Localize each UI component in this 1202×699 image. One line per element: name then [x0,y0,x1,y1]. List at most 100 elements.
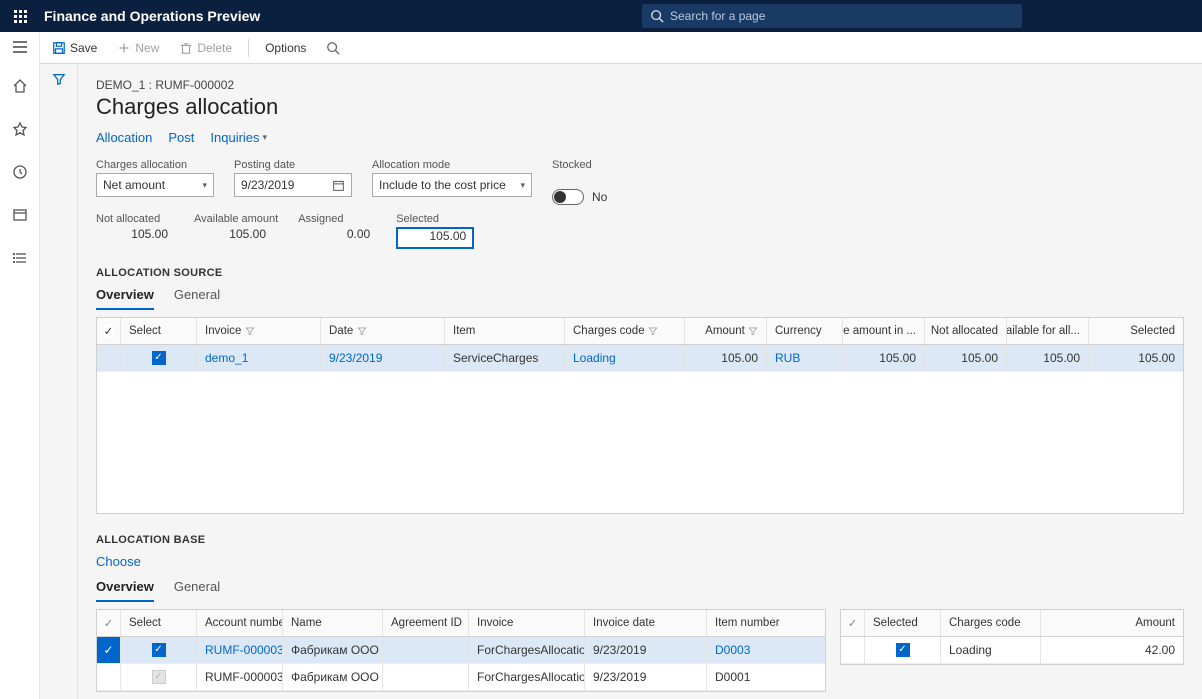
new-label: New [135,41,159,55]
col-amount-in[interactable]: The amount in ... [843,318,925,344]
cell-invoice: ForChargesAllocation [469,664,585,690]
page-title: Charges allocation [96,94,1184,120]
allocation-source-heading: ALLOCATION SOURCE [96,267,1184,279]
cell-currency[interactable]: RUB [767,345,843,371]
plus-icon [117,41,131,55]
posting-date-value: 9/23/2019 [241,178,294,192]
stocked-label: Stocked [552,159,607,171]
source-tab-overview[interactable]: Overview [96,287,154,310]
save-button[interactable]: Save [44,37,105,59]
allocation-mode-label: Allocation mode [372,159,532,171]
cell-item-number[interactable]: D0003 [707,637,825,663]
chevron-down-icon: ▾ [263,132,268,143]
col-amount[interactable]: Amount [685,318,767,344]
tab-post[interactable]: Post [168,130,194,145]
cell-invoice-date: 9/23/2019 [585,664,707,690]
col-charges-code[interactable]: Charges code [941,610,1041,636]
toolbar-search[interactable] [318,37,348,59]
col-invoice[interactable]: Invoice [469,610,585,636]
readout-assigned-value: 0.00 [298,227,376,249]
cell-name: Фабрикам ООО [283,664,383,690]
search-input[interactable] [670,9,1014,23]
allocation-base-heading: ALLOCATION BASE [96,534,1184,546]
table-row[interactable]: ✓ RUMF-000003 Фабрикам ООО ForChargesAll… [97,637,825,664]
global-search[interactable] [642,4,1022,28]
row-checkbox[interactable] [152,643,166,657]
col-select[interactable]: Select [121,610,197,636]
workspace-icon[interactable] [12,207,28,226]
filter-icon [245,326,255,336]
col-amount[interactable]: Amount [1041,610,1183,636]
col-invoice-date[interactable]: Invoice date [585,610,707,636]
options-label: Options [265,41,306,55]
charges-allocation-combo[interactable]: Net amount ▾ [96,173,214,197]
cell-invoice[interactable]: demo_1 [197,345,321,371]
cell-invoice-date: 9/23/2019 [585,637,707,663]
select-all-checkbox[interactable]: ✓ [104,324,114,338]
posting-date-input[interactable]: 9/23/2019 [234,173,352,197]
cell-charges-code[interactable]: Loading [565,345,685,371]
readout-not-allocated-label: Not allocated [96,213,174,225]
table-row[interactable]: Loading 42.00 [841,637,1183,664]
table-row[interactable]: RUMF-000003 Фабрикам ООО ForChargesAlloc… [97,664,825,691]
home-icon[interactable] [12,78,28,97]
save-label: Save [70,41,97,55]
new-button[interactable]: New [109,37,167,59]
col-item-number[interactable]: Item number [707,610,825,636]
search-icon [326,41,340,55]
star-icon[interactable] [12,121,28,140]
tab-inquiries-label: Inquiries [210,130,259,145]
readout-available-value: 105.00 [194,227,272,249]
col-invoice[interactable]: Invoice [197,318,321,344]
row-checkbox[interactable] [152,670,166,684]
choose-button[interactable]: Choose [96,554,141,569]
base-tab-overview[interactable]: Overview [96,579,154,602]
hamburger-icon[interactable] [12,40,28,57]
col-currency[interactable]: Currency [767,318,843,344]
col-name[interactable]: Name [283,610,383,636]
col-select[interactable]: Select [121,318,197,344]
cell-account[interactable]: RUMF-000003 [197,637,283,663]
col-selected[interactable]: Selected [865,610,941,636]
readout-not-allocated-value: 105.00 [96,227,174,249]
col-selected[interactable]: Selected [1089,318,1183,344]
readout-assigned-label: Assigned [298,213,376,225]
source-grid: ✓ Select Invoice Date Item Charges code … [96,317,1184,514]
list-icon[interactable] [12,250,28,269]
allocation-mode-combo[interactable]: Include to the cost price ▾ [372,173,532,197]
clock-icon[interactable] [12,164,28,183]
readout-selected-value[interactable]: 105.00 [396,227,474,249]
trash-icon [179,41,193,55]
col-item[interactable]: Item [445,318,565,344]
charges-allocation-label: Charges allocation [96,159,214,171]
col-not-allocated[interactable]: Not allocated [925,318,1007,344]
breadcrumb: DEMO_1 : RUMF-000002 [96,78,1184,92]
col-available[interactable]: Available for all... [1007,318,1089,344]
cell-amount-in: 105.00 [843,345,925,371]
tab-allocation[interactable]: Allocation [96,130,152,145]
filter-icon[interactable] [52,72,66,699]
cell-amount: 105.00 [685,345,767,371]
cell-not-allocated: 105.00 [925,345,1007,371]
cell-charges-code: Loading [941,637,1041,663]
cell-available: 105.00 [1007,345,1089,371]
source-tab-general[interactable]: General [174,287,220,310]
col-account[interactable]: Account number [197,610,283,636]
cell-account: RUMF-000003 [197,664,283,690]
charges-allocation-value: Net amount [103,178,165,192]
base-tab-general[interactable]: General [174,579,220,602]
stocked-toggle[interactable] [552,189,584,205]
cell-date[interactable]: 9/23/2019 [321,345,445,371]
col-date[interactable]: Date [321,318,445,344]
options-button[interactable]: Options [257,37,314,59]
table-row[interactable]: demo_1 9/23/2019 ServiceCharges Loading … [97,345,1183,372]
delete-button[interactable]: Delete [171,37,240,59]
row-checkbox[interactable] [896,643,910,657]
cell-agreement [383,637,469,663]
app-title: Finance and Operations Preview [44,8,260,24]
row-checkbox[interactable] [152,351,166,365]
col-charges-code[interactable]: Charges code [565,318,685,344]
col-agreement[interactable]: Agreement ID [383,610,469,636]
app-launcher[interactable] [0,0,40,32]
tab-inquiries[interactable]: Inquiries ▾ [210,130,267,145]
